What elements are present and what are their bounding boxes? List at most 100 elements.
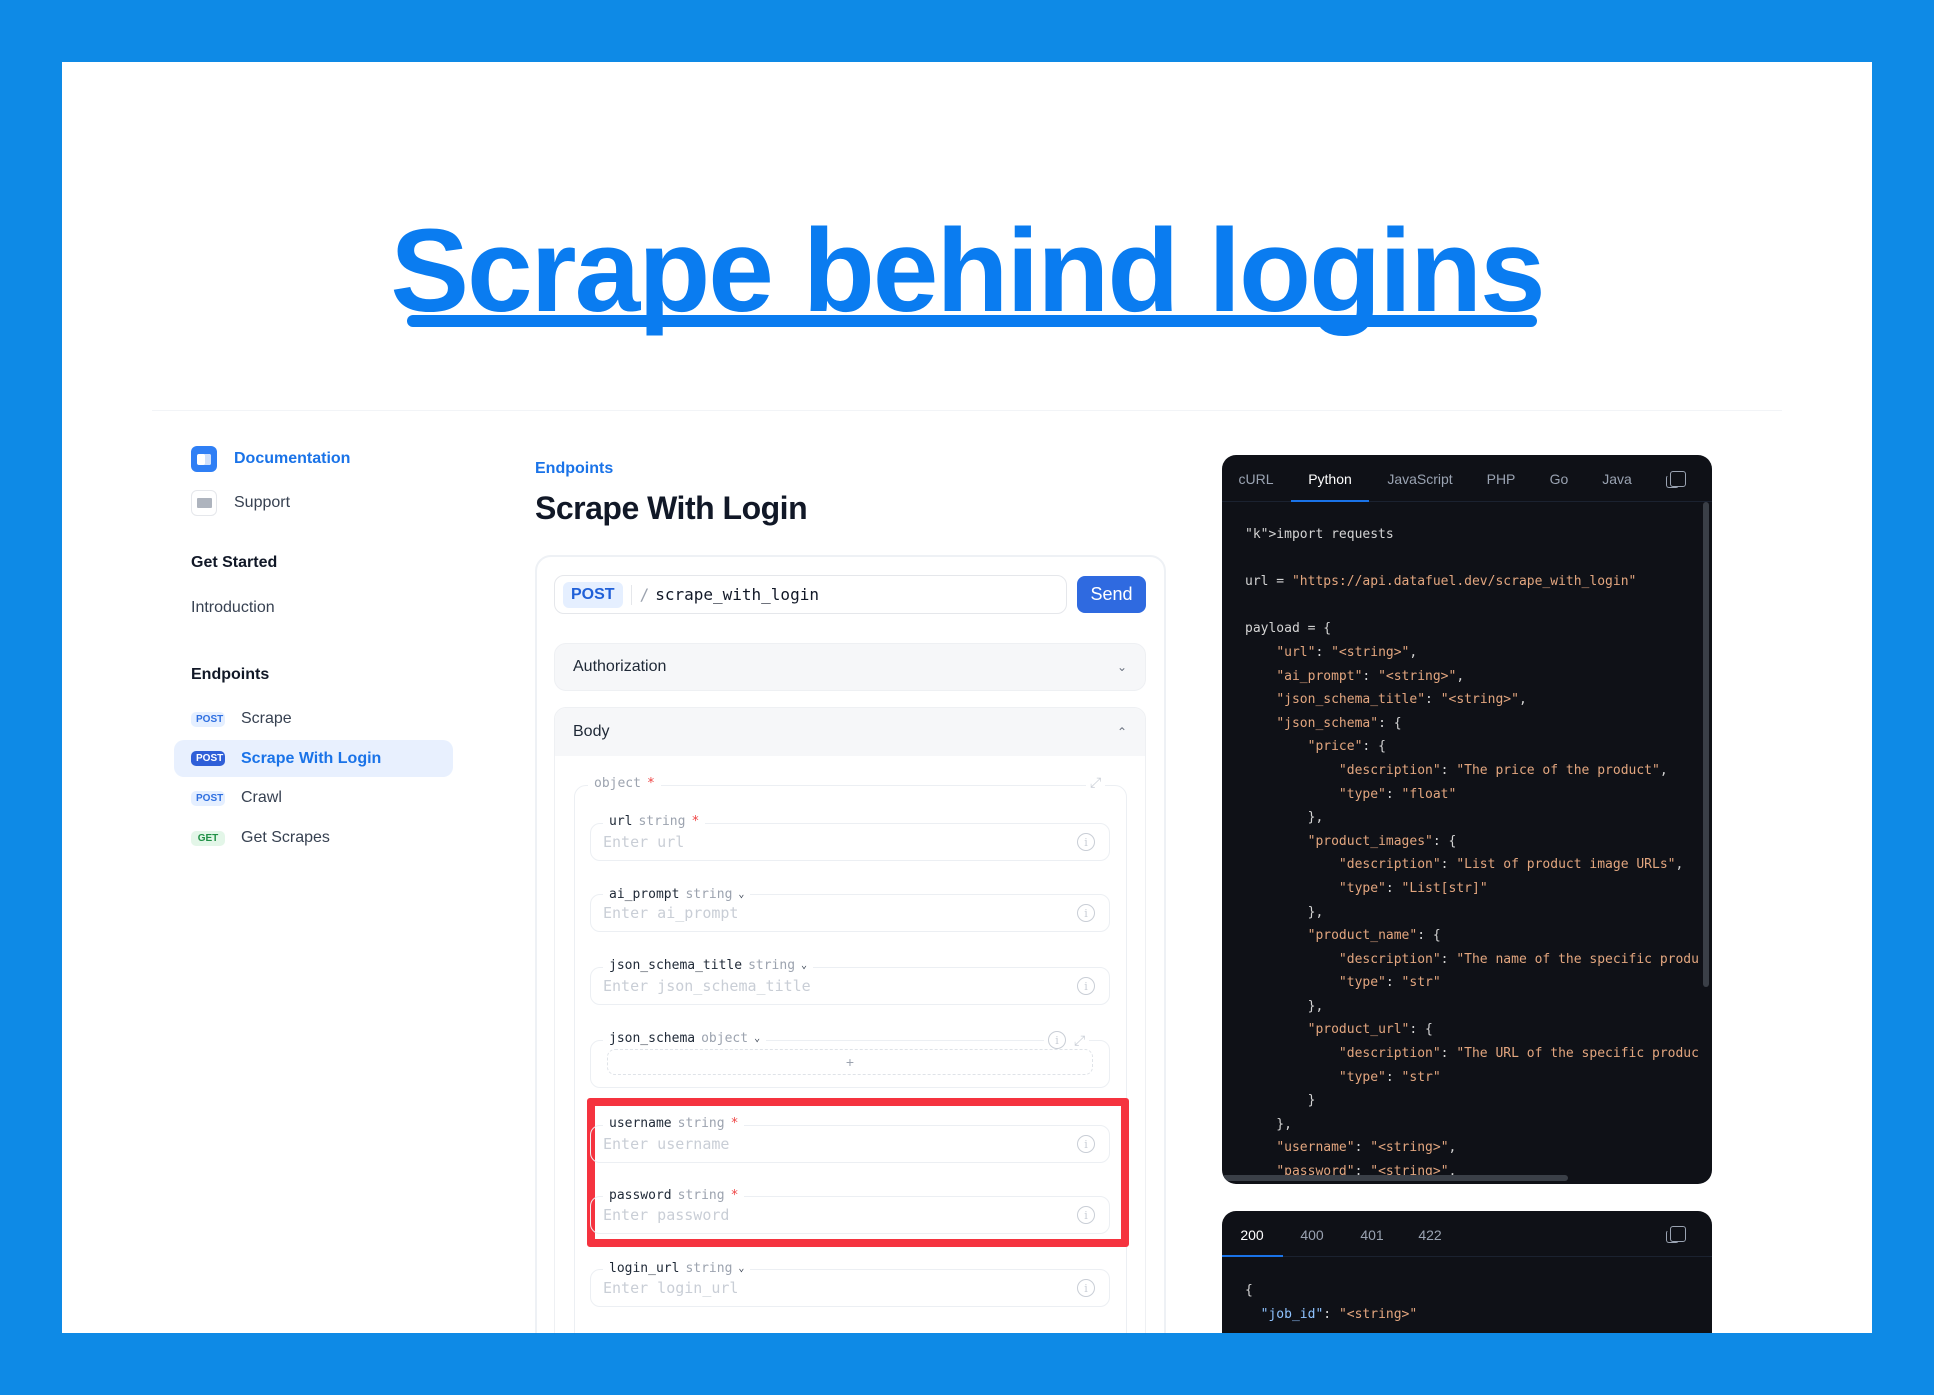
info-icon[interactable]: i [1077, 1206, 1095, 1224]
type-label: object [594, 776, 641, 791]
field-label: password string * [603, 1188, 745, 1203]
sidebar-item-label: Get Scrapes [241, 829, 330, 846]
copy-icon[interactable] [1666, 471, 1686, 488]
response-block: { "job_id": "<string>" [1245, 1279, 1417, 1326]
tab-curl[interactable]: cURL [1238, 455, 1273, 502]
info-icon[interactable]: i [1077, 1279, 1095, 1297]
sidebar-item-crawl[interactable]: POST Crawl [191, 784, 282, 812]
code-line: "url": "<string>", [1276, 644, 1418, 660]
code-line: "username": "<string>", [1276, 1140, 1457, 1156]
sidebar-item-introduction[interactable]: Introduction [191, 594, 275, 622]
info-icon[interactable]: i [1077, 904, 1095, 922]
sidebar-documentation-label: Documentation [234, 450, 351, 467]
sidebar-item-get-scrapes[interactable]: GET Get Scrapes [191, 824, 330, 852]
field-type: string [677, 1116, 725, 1131]
placeholder: Enter password [603, 1206, 730, 1224]
required-marker: * [730, 1116, 739, 1131]
tab-javascript[interactable]: JavaScript [1387, 455, 1452, 502]
field-type: string [748, 958, 796, 973]
separator [630, 584, 632, 605]
hero-title: Scrape behind logins [390, 205, 1545, 337]
tab-400[interactable]: 400 [1300, 1211, 1323, 1258]
field-type: string [677, 1188, 725, 1203]
info-icon[interactable]: i [1077, 1135, 1095, 1153]
field-name: url [609, 814, 633, 829]
authorization-label: Authorization [573, 658, 667, 675]
chevron-down-icon[interactable]: ⌄ [738, 889, 744, 900]
code-line: payload = { [1245, 621, 1332, 637]
chevron-down-icon[interactable]: ⌄ [801, 960, 807, 971]
copy-icon[interactable] [1666, 1226, 1686, 1243]
code-line: "description": "The URL of the specific … [1338, 1046, 1698, 1062]
info-icon[interactable]: i [1048, 1031, 1066, 1049]
promo-card: Scrape behind logins Documentation Suppo… [62, 62, 1872, 1333]
code-line: "description": "The name of the specific… [1338, 951, 1698, 967]
chevron-down-icon[interactable]: ⌄ [738, 1263, 744, 1274]
field-name: username [609, 1116, 672, 1131]
sidebar-item-scrape[interactable]: POST Scrape [191, 705, 292, 733]
divider [152, 410, 1782, 411]
sidebar-support[interactable]: Support [191, 489, 290, 517]
sidebar-documentation[interactable]: Documentation [191, 445, 350, 473]
placeholder: Enter login_url [603, 1279, 739, 1297]
sidebar-item-label: Crawl [241, 789, 282, 806]
code-line: "job_id": "<string>" [1260, 1306, 1418, 1322]
code-line: { [1245, 1283, 1253, 1298]
chevron-down-icon[interactable]: ⌄ [754, 1033, 760, 1044]
code-line: }, [1245, 904, 1324, 920]
book-icon [191, 446, 217, 472]
send-button[interactable]: Send [1077, 576, 1146, 613]
method-badge: POST [563, 581, 623, 608]
tab-python[interactable]: Python [1308, 455, 1352, 502]
code-line: "product_name": { [1307, 928, 1441, 944]
method-badge: POST [191, 790, 225, 806]
horizontal-scrollbar[interactable] [1222, 1175, 1568, 1181]
field-type: string [685, 887, 733, 902]
tab-go[interactable]: Go [1550, 455, 1569, 502]
sidebar-item-scrape-with-login[interactable]: POST Scrape With Login [174, 740, 453, 777]
page-title: Scrape With Login [535, 490, 808, 526]
body-accordion[interactable]: Body ⌃ [555, 708, 1145, 756]
placeholder: Enter ai_prompt [603, 904, 739, 922]
collapse-icon[interactable]: ⤢ [1086, 774, 1106, 791]
sidebar-heading-get-started: Get Started [191, 554, 278, 571]
code-line: "json_schema": { [1276, 715, 1402, 731]
url-bar[interactable]: POST / scrape_with_login [554, 575, 1067, 614]
method-badge: POST [191, 711, 225, 727]
code-line: }, [1245, 998, 1324, 1014]
chevron-down-icon: ⌄ [1116, 660, 1127, 674]
tab-401[interactable]: 401 [1360, 1211, 1383, 1258]
required-marker: * [691, 814, 700, 829]
status-tabs: 200 400 401 422 [1222, 1211, 1712, 1257]
field-label: json_schema object ⌄ [603, 1031, 767, 1046]
tab-java[interactable]: Java [1602, 455, 1632, 502]
authorization-accordion[interactable]: Authorization ⌄ [554, 643, 1146, 691]
vertical-scrollbar[interactable] [1703, 502, 1709, 987]
tab-php[interactable]: PHP [1487, 455, 1516, 502]
method-badge: GET [191, 830, 225, 846]
add-property-button[interactable]: + [607, 1049, 1093, 1075]
field-label: username string * [603, 1116, 745, 1131]
placeholder: Enter username [603, 1135, 730, 1153]
tab-422[interactable]: 422 [1418, 1211, 1441, 1258]
tab-200[interactable]: 200 [1240, 1211, 1263, 1258]
placeholder: Enter url [603, 833, 685, 851]
hero-underline [407, 315, 1537, 327]
info-icon[interactable]: i [1077, 833, 1095, 851]
field-name: json_schema_title [609, 958, 743, 973]
code-block: "k">import requests url = "https://api.da… [1245, 523, 1698, 1184]
placeholder: Enter json_schema_title [603, 977, 811, 995]
breadcrumb[interactable]: Endpoints [535, 460, 613, 478]
field-label: ai_prompt string ⌄ [603, 887, 751, 902]
info-icon[interactable]: i [1077, 977, 1095, 995]
active-tab-indicator [1291, 500, 1369, 502]
field-actions: i ⤢ [1044, 1031, 1090, 1049]
collapse-icon[interactable]: ⤢ [1074, 1032, 1085, 1049]
code-line: "type": "float" [1338, 786, 1457, 802]
json-schema-field[interactable]: + [590, 1040, 1110, 1088]
required-marker: * [730, 1188, 739, 1203]
required-marker: * [646, 776, 655, 791]
active-tab-indicator [1222, 1255, 1283, 1257]
